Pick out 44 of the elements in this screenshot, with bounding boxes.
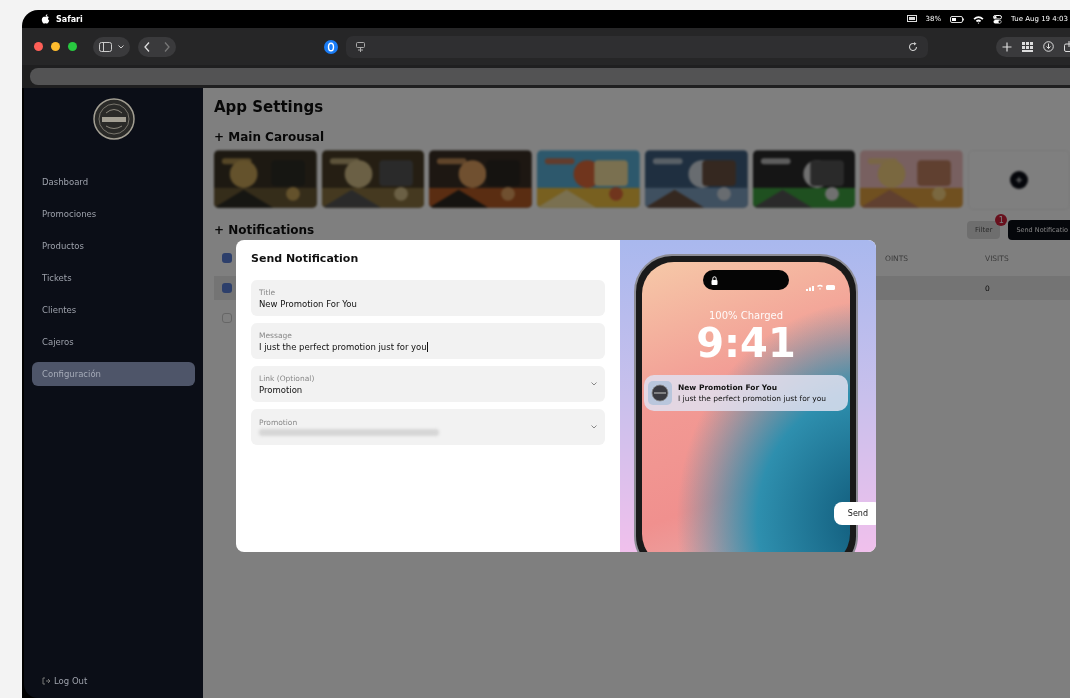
page-title: App Settings bbox=[214, 98, 325, 116]
sidebar-item[interactable]: Productos bbox=[32, 234, 195, 258]
toggles-icon[interactable] bbox=[993, 14, 1003, 24]
forward-icon[interactable] bbox=[164, 41, 170, 52]
logout-link[interactable]: Log Out bbox=[54, 676, 88, 686]
display-icon[interactable] bbox=[906, 15, 917, 23]
row-checkbox[interactable] bbox=[222, 283, 232, 293]
sidebar-item[interactable]: Tickets bbox=[32, 266, 195, 290]
dialog-title: Send Notification bbox=[251, 252, 360, 265]
app-logo-icon bbox=[648, 381, 672, 405]
send-button[interactable]: Send bbox=[833, 502, 876, 525]
chevron-down-icon bbox=[591, 382, 597, 386]
notification-badge: 1 bbox=[995, 214, 1008, 226]
add-slide-button[interactable] bbox=[1010, 171, 1029, 189]
row-checkbox[interactable] bbox=[222, 253, 232, 263]
lock-icon bbox=[711, 275, 718, 285]
row-checkbox[interactable] bbox=[222, 313, 232, 323]
section-heading[interactable]: + Notifications bbox=[214, 223, 315, 237]
chevron-down-icon bbox=[591, 425, 597, 429]
sidebar-item[interactable]: Promociones bbox=[32, 202, 195, 226]
chevron-down-icon[interactable] bbox=[118, 44, 124, 49]
sidebar-item[interactable]: Dashboard bbox=[32, 170, 195, 194]
zoom-button[interactable] bbox=[68, 42, 77, 51]
wifi-icon[interactable] bbox=[973, 14, 985, 24]
battery-icon[interactable] bbox=[950, 15, 965, 23]
logout-icon[interactable] bbox=[42, 677, 50, 685]
reload-icon[interactable] bbox=[908, 41, 918, 52]
sidebar-item[interactable]: Cajeros bbox=[32, 330, 195, 354]
minimize-button[interactable] bbox=[51, 42, 60, 51]
download-icon[interactable] bbox=[1043, 41, 1054, 52]
sidebar-item[interactable]: Clientes bbox=[32, 298, 195, 322]
apple-icon bbox=[41, 14, 50, 24]
logo-icon bbox=[92, 98, 135, 140]
lock-screen-clock: 9:41 bbox=[696, 323, 796, 363]
status-icons bbox=[806, 284, 836, 291]
plus-icon[interactable] bbox=[1002, 41, 1012, 52]
section-heading[interactable]: + Main Carousal bbox=[214, 130, 1070, 144]
charge-status: 100% Charged bbox=[709, 310, 783, 321]
tab-grid-icon[interactable] bbox=[1022, 41, 1033, 52]
back-icon[interactable] bbox=[144, 41, 150, 52]
app-menu-title[interactable]: Safari bbox=[56, 14, 83, 24]
page-menu-icon[interactable] bbox=[356, 41, 365, 52]
sidebar-icon[interactable] bbox=[99, 41, 112, 52]
close-button[interactable] bbox=[34, 42, 43, 51]
